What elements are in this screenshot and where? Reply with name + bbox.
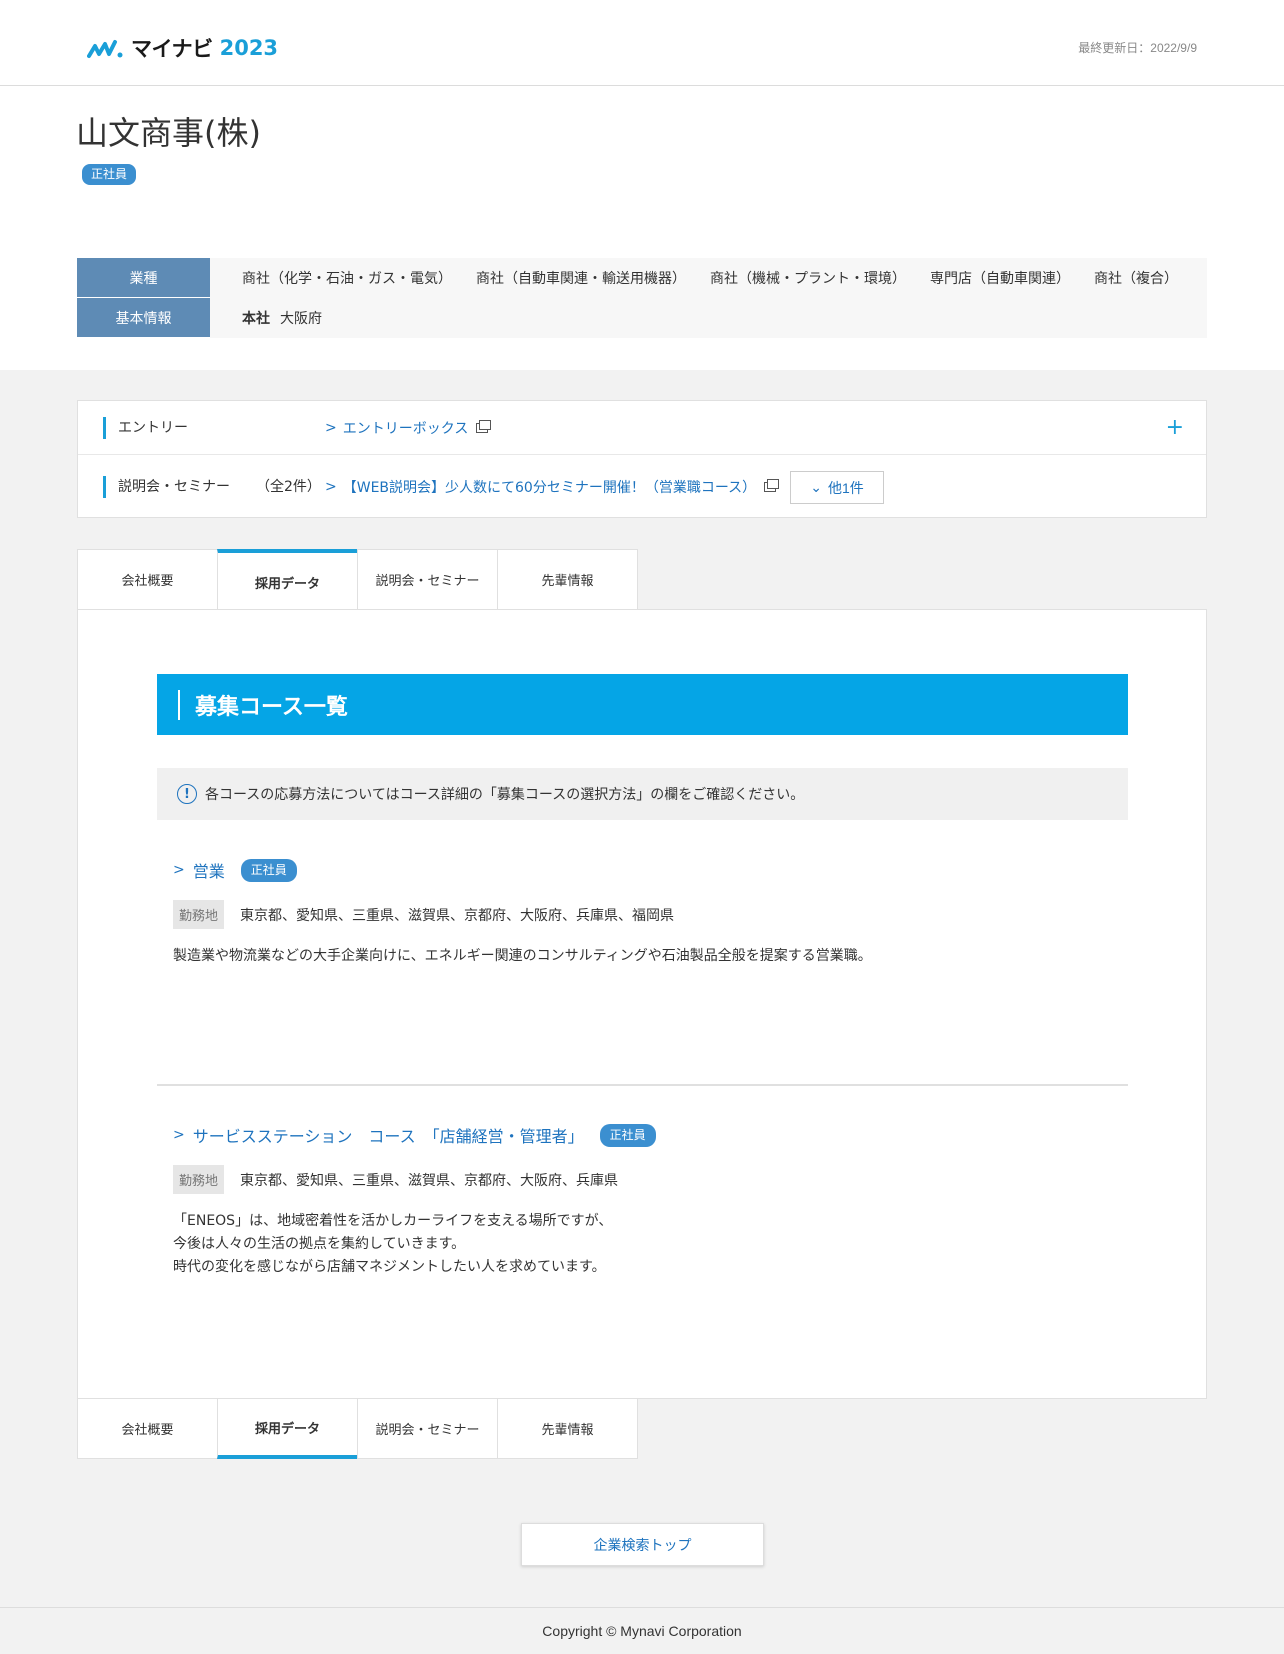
description-line: 「ENEOS」は、地域密着性を活かしカーライフを支える場所ですが、: [173, 1213, 613, 1229]
main-panel: 募集コース一覧 ! 各コースの応募方法についてはコース詳細の「募集コースの選択方…: [77, 609, 1207, 1399]
external-window-icon: [764, 479, 780, 492]
course-title: 営業: [192, 862, 225, 881]
tab-recruitment-data[interactable]: 採用データ: [217, 549, 358, 611]
basic-info-value: 本社 大阪府: [210, 298, 1207, 338]
tab-seminar[interactable]: 説明会・セミナー: [357, 1398, 498, 1459]
tab-seminar[interactable]: 説明会・セミナー: [357, 549, 498, 610]
company-block: 山文商事(株) 正社員 業種 商社（化学・石油・ガス・電気） 商社（自動車関連・…: [0, 86, 1284, 370]
section-header: 募集コース一覧: [157, 674, 1128, 735]
basic-info-row: 基本情報 本社 大阪府: [77, 298, 1207, 338]
entry-box-link[interactable]: > エントリーボックス: [325, 418, 492, 438]
industry-row: 業種 商社（化学・石油・ガス・電気） 商社（自動車関連・輸送用機器） 商社（機械…: [77, 258, 1207, 298]
seminar-link[interactable]: > 【WEB説明会】少人数にて60分セミナー開催！（営業職コース）: [325, 477, 780, 497]
course-item: > サービスステーション コース 「店舗経営・管理者」 正社員 勤務地 東京都、…: [173, 1123, 1128, 1279]
course-title-link[interactable]: > 営業 正社員: [173, 858, 1128, 882]
employment-badge: 正社員: [599, 1123, 656, 1147]
industry-item: 商社（自動車関連・輸送用機器）: [476, 271, 686, 287]
entry-box-link-label: エントリーボックス: [342, 420, 469, 437]
entry-label: エントリー: [103, 416, 188, 439]
course-location: 勤務地 東京都、愛知県、三重県、滋賀県、京都府、大阪府、兵庫県: [173, 1165, 1128, 1194]
tab-senior-info[interactable]: 先輩情報: [497, 1398, 638, 1459]
course-item: > 営業 正社員 勤務地 東京都、愛知県、三重県、滋賀県、京都府、大阪府、兵庫県…: [173, 858, 1128, 968]
tabs-top: 会社概要 採用データ 説明会・セミナー 先輩情報: [77, 549, 638, 611]
location-value: 東京都、愛知県、三重県、滋賀県、京都府、大阪府、兵庫県、福岡県: [240, 907, 675, 924]
mynavi-logo-icon: [87, 40, 123, 58]
chevron-down-icon: ⌄: [810, 479, 822, 495]
description-line: 製造業や物流業などの大手企業向けに、エネルギー関連のコンサルティングや石油製品全…: [173, 948, 872, 964]
info-icon: !: [177, 784, 197, 804]
course-description: 「ENEOS」は、地域密着性を活かしカーライフを支える場所ですが、 今後は人々の…: [173, 1210, 1128, 1279]
tab-recruitment-data[interactable]: 採用データ: [217, 1398, 358, 1459]
hq-value: 大阪府: [280, 311, 322, 327]
logo-year: 2023: [219, 36, 279, 60]
entry-row: エントリー > エントリーボックス: [78, 401, 1206, 455]
last-updated: 最終更新日：2022/9/9: [1078, 41, 1197, 55]
course-title-link[interactable]: > サービスステーション コース 「店舗経営・管理者」 正社員: [173, 1123, 1128, 1147]
seminar-label: 説明会・セミナー （全2件）: [103, 476, 321, 498]
tab-senior-info[interactable]: 先輩情報: [497, 549, 638, 610]
chevron-right-icon: >: [173, 1127, 185, 1143]
logo-text: マイナビ: [131, 37, 213, 61]
divider: [157, 1084, 1128, 1086]
industry-label: 業種: [77, 258, 210, 298]
tabs-bottom: 会社概要 採用データ 説明会・セミナー 先輩情報: [77, 1398, 638, 1459]
seminar-count: （全2件）: [256, 479, 321, 495]
company-name: 山文商事(株): [76, 114, 261, 152]
seminar-label-text: 説明会・セミナー: [118, 479, 230, 495]
tab-company-overview[interactable]: 会社概要: [77, 549, 218, 610]
industry-item: 専門店（自動車関連）: [930, 271, 1070, 287]
course-location: 勤務地 東京都、愛知県、三重県、滋賀県、京都府、大阪府、兵庫県、福岡県: [173, 900, 1128, 929]
chevron-right-icon: >: [325, 479, 337, 495]
header-bar: [178, 689, 180, 720]
entry-panel: エントリー > エントリーボックス 説明会・セミナー （全2件） > 【WEB説明…: [77, 400, 1207, 518]
industry-values: 商社（化学・石油・ガス・電気） 商社（自動車関連・輸送用機器） 商社（機械・プラ…: [210, 258, 1207, 298]
basic-info-label: 基本情報: [77, 298, 210, 338]
employment-badge: 正社員: [240, 858, 297, 882]
location-tag: 勤務地: [173, 1165, 225, 1194]
employment-badge: 正社員: [82, 164, 137, 185]
footer-copyright: Copyright © Mynavi Corporation: [0, 1607, 1284, 1654]
more-seminars-label: 他1件: [827, 479, 864, 496]
site-header: マイナビ 2023 最終更新日：2022/9/9: [0, 0, 1284, 86]
expand-plus-icon[interactable]: +: [1166, 415, 1184, 440]
tab-company-overview[interactable]: 会社概要: [77, 1398, 218, 1459]
section-title: 募集コース一覧: [195, 694, 348, 720]
notice-box: ! 各コースの応募方法についてはコース詳細の「募集コースの選択方法」の欄をご確認…: [157, 768, 1128, 820]
course-title: サービスステーション コース 「店舗経営・管理者」: [192, 1127, 584, 1146]
description-line: 時代の変化を感じながら店舗マネジメントしたい人を求めています。: [173, 1259, 606, 1275]
chevron-right-icon: >: [325, 419, 337, 436]
chevron-right-icon: >: [173, 862, 185, 878]
company-search-top-button[interactable]: 企業検索トップ: [521, 1523, 764, 1566]
company-info-table: 業種 商社（化学・石油・ガス・電気） 商社（自動車関連・輸送用機器） 商社（機械…: [77, 258, 1207, 338]
notice-text: 各コースの応募方法についてはコース詳細の「募集コースの選択方法」の欄をご確認くだ…: [205, 787, 805, 803]
industry-item: 商社（機械・プラント・環境）: [710, 271, 906, 287]
industry-item: 商社（化学・石油・ガス・電気）: [242, 271, 452, 287]
industry-item: 商社（複合）: [1094, 271, 1178, 287]
location-value: 東京都、愛知県、三重県、滋賀県、京都府、大阪府、兵庫県: [240, 1172, 619, 1189]
location-tag: 勤務地: [173, 900, 225, 929]
external-window-icon: [476, 419, 492, 433]
seminar-row: 説明会・セミナー （全2件） > 【WEB説明会】少人数にて60分セミナー開催！（…: [78, 455, 1206, 519]
description-line: 今後は人々の生活の拠点を集約していきます。: [173, 1236, 466, 1252]
course-description: 製造業や物流業などの大手企業向けに、エネルギー関連のコンサルティングや石油製品全…: [173, 945, 1128, 968]
hq-label: 本社: [242, 311, 270, 327]
mynavi-logo[interactable]: マイナビ 2023: [87, 35, 278, 61]
more-seminars-button[interactable]: ⌄ 他1件: [790, 471, 884, 504]
seminar-link-label: 【WEB説明会】少人数にて60分セミナー開催！（営業職コース）: [342, 480, 757, 496]
